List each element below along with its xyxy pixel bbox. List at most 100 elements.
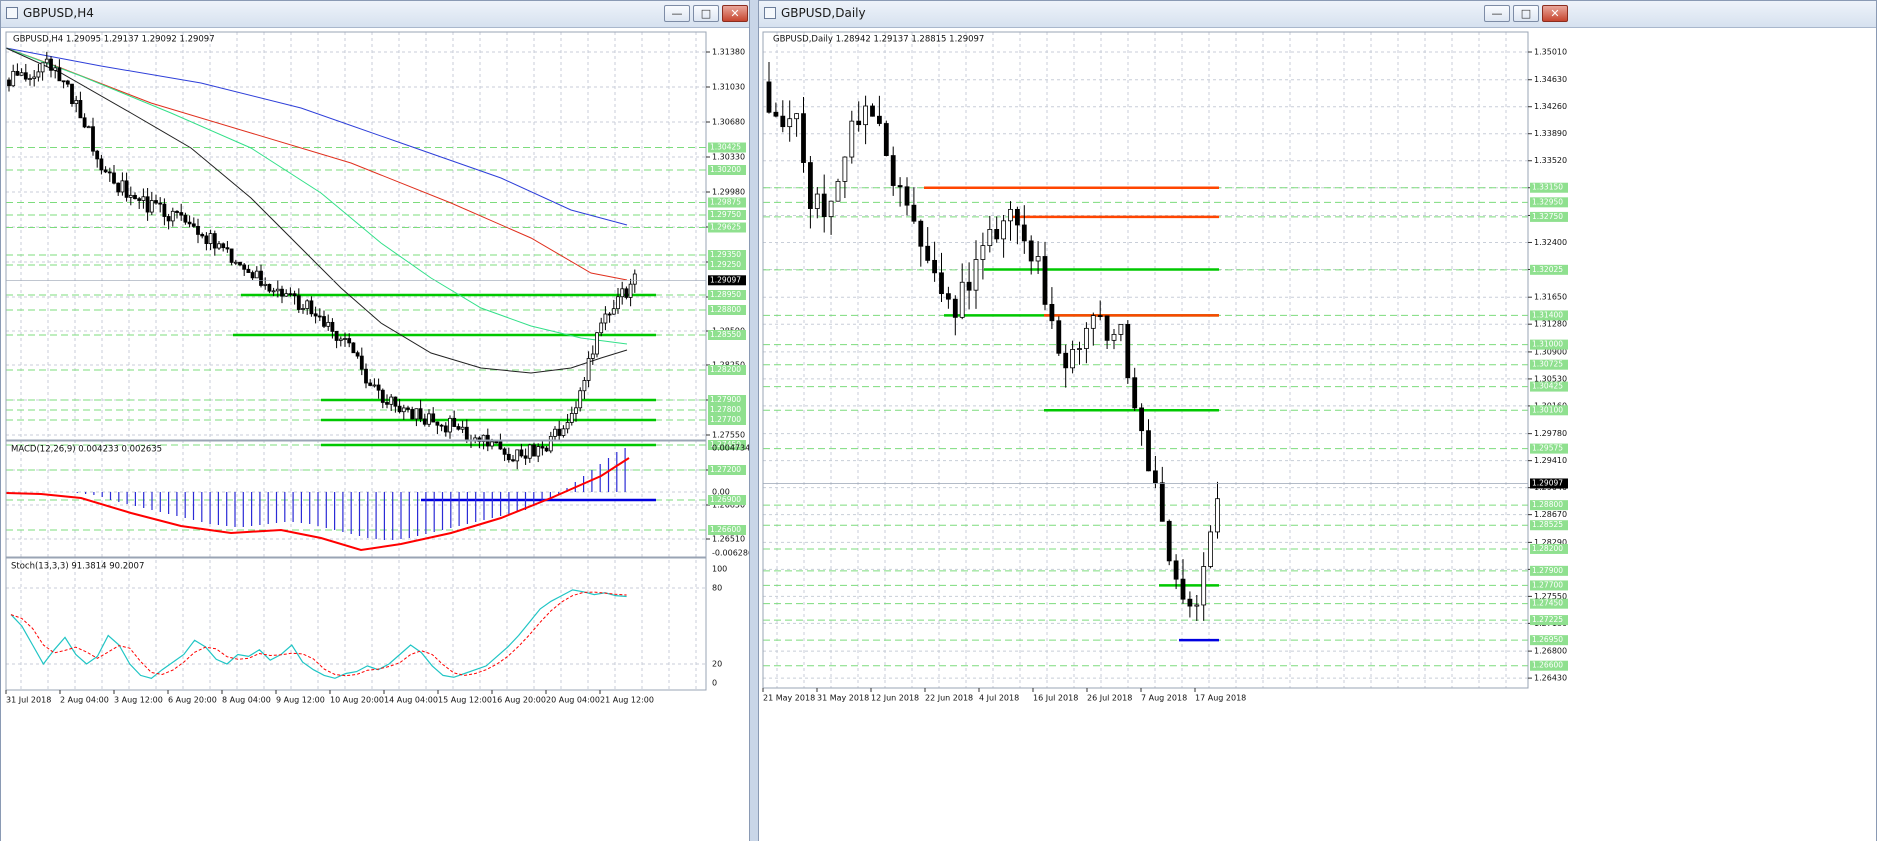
candle-body: [1056, 320, 1062, 354]
candle-body: [359, 355, 364, 370]
candle-body: [808, 162, 813, 209]
candle-body: [557, 428, 562, 436]
macd-tick-label: 0.00: [712, 488, 730, 497]
candle-body: [326, 321, 331, 327]
candle-body: [191, 223, 196, 227]
stoch-tick-label: 20: [712, 660, 722, 669]
candle-body: [849, 120, 855, 158]
price-tick-label: 1.30680: [712, 118, 745, 127]
candle-body: [532, 444, 536, 457]
candle-body: [1014, 208, 1020, 226]
candle-body: [393, 396, 398, 407]
candle-body: [582, 380, 587, 392]
candle-body: [828, 200, 834, 218]
candle-body: [987, 229, 993, 247]
candle-body: [883, 123, 889, 156]
candle-body: [506, 453, 511, 461]
candle-body: [280, 288, 284, 297]
minimize-icon[interactable]: —: [664, 5, 690, 22]
candle-body: [1187, 598, 1193, 607]
close-icon[interactable]: ✕: [1542, 5, 1568, 22]
candle-body: [801, 113, 806, 163]
candle-body: [952, 298, 958, 318]
candle-body: [1146, 430, 1151, 472]
current-price-label: 1.29097: [1532, 478, 1563, 487]
candle-body: [945, 293, 951, 300]
candle-body: [414, 408, 419, 420]
level-price-label: 1.26600: [710, 525, 741, 534]
candle-body: [246, 268, 251, 273]
price-tick-label: 1.29410: [1534, 456, 1567, 465]
candle-body: [183, 214, 188, 223]
candle-body: [994, 229, 1000, 240]
candle-body: [229, 248, 234, 263]
candle-body: [175, 210, 179, 213]
price-tick-label: 1.31280: [1534, 320, 1567, 329]
candle-body: [431, 413, 436, 423]
h4-window-titlebar[interactable]: GBPUSD,H4 — □ ✕: [1, 1, 749, 28]
candle-body: [74, 100, 79, 104]
time-label: 17 Aug 2018: [1195, 694, 1246, 703]
candle-body: [540, 446, 545, 449]
candle-body: [338, 338, 343, 341]
daily-chart-window: GBPUSD,Daily — □ ✕ GBPUSD,Daily 1.28942 …: [758, 0, 1877, 841]
time-label: 16 Aug 20:00: [492, 696, 546, 705]
candle-body: [911, 204, 917, 222]
candle-body: [57, 67, 62, 82]
candle-body: [628, 283, 633, 298]
candle-body: [1152, 470, 1158, 484]
candle-body: [1077, 348, 1082, 350]
price-tick-label: 1.27550: [712, 431, 745, 440]
candle-body: [1125, 323, 1131, 379]
candle-body: [128, 194, 133, 198]
candle-body: [494, 441, 499, 444]
candle-body: [515, 449, 520, 462]
time-label: 31 Jul 2018: [6, 696, 51, 705]
time-label: 2 Aug 04:00: [60, 696, 109, 705]
price-tick-label: 1.34630: [1534, 75, 1567, 84]
maximize-icon[interactable]: □: [693, 5, 719, 22]
candle-body: [32, 76, 37, 79]
candle-body: [599, 322, 604, 334]
candle-body: [1132, 377, 1138, 409]
candle-body: [787, 118, 793, 128]
candle-body: [141, 196, 146, 201]
candle-body: [607, 313, 612, 316]
candle-body: [553, 428, 557, 437]
time-label: 21 May 2018: [763, 694, 815, 703]
candle-body: [36, 71, 41, 78]
candle-body: [1180, 578, 1186, 600]
candle-body: [212, 233, 217, 249]
candle-body: [120, 180, 125, 193]
candle-body: [439, 424, 444, 427]
daily-chart-area[interactable]: GBPUSD,Daily 1.28942 1.29137 1.28815 1.2…: [759, 28, 1876, 841]
price-tick-label: 1.32400: [1534, 238, 1567, 247]
candle-body: [389, 396, 394, 405]
candle-body: [200, 234, 205, 237]
price-tick-label: 1.31380: [712, 48, 745, 57]
candle-body: [620, 288, 625, 298]
candle-body: [1021, 224, 1027, 242]
price-tick-label: 1.35010: [1534, 48, 1567, 57]
time-label: 6 Aug 20:00: [168, 696, 217, 705]
candle-body: [334, 330, 339, 341]
candle-body: [149, 200, 154, 213]
daily-window-titlebar[interactable]: GBPUSD,Daily — □ ✕: [759, 1, 1876, 28]
close-icon[interactable]: ✕: [722, 5, 748, 22]
candle-body: [1042, 256, 1048, 305]
time-label: 20 Aug 04:00: [546, 696, 600, 705]
minimize-icon[interactable]: —: [1484, 5, 1510, 22]
candle-body: [766, 81, 772, 113]
price-tick-label: 1.29780: [1534, 429, 1567, 438]
level-price-label: 1.28200: [710, 365, 741, 374]
candle-body: [263, 283, 268, 286]
candle-body: [980, 245, 986, 260]
candle-body: [221, 243, 226, 249]
candle-body: [368, 382, 373, 386]
candle-body: [1049, 303, 1055, 322]
h4-chart-area[interactable]: GBPUSD,H4 1.29095 1.29137 1.29092 1.2909…: [1, 28, 749, 841]
candle-body: [116, 182, 121, 193]
candle-body: [133, 194, 137, 200]
candle-body: [448, 417, 452, 433]
maximize-icon[interactable]: □: [1513, 5, 1539, 22]
